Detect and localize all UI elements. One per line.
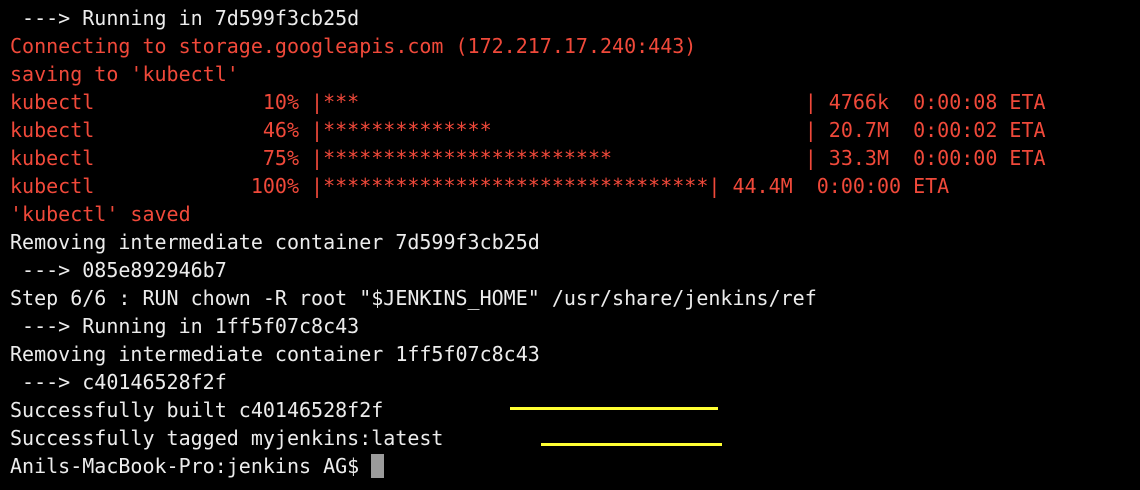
text-cursor (371, 454, 385, 478)
progress-line-46: kubectl 46% |************** | 20.7M 0:00… (10, 118, 1046, 142)
log-line-running-1: ---> Running in 7d599f3cb25d (10, 6, 360, 30)
progress-line-100: kubectl 100% |**************************… (10, 174, 950, 198)
log-line-tagged: Successfully tagged myjenkins:latest (10, 426, 444, 450)
highlight-underline-tagged (541, 443, 722, 446)
highlight-underline-built (510, 407, 718, 410)
log-line-running-2: ---> Running in 1ff5f07c8c43 (10, 314, 360, 338)
log-line-removing-2: Removing intermediate container 1ff5f07c… (10, 342, 540, 366)
log-line-layer-2: ---> c40146528f2f (10, 370, 227, 394)
log-line-removing-1: Removing intermediate container 7d599f3c… (10, 230, 540, 254)
log-line-connecting: Connecting to storage.googleapis.com (17… (10, 34, 697, 58)
prompt-line[interactable]: Anils-MacBook-Pro:jenkins AG$ (0, 452, 1140, 480)
log-line-step: Step 6/6 : RUN chown -R root "$JENKINS_H… (10, 286, 817, 310)
log-line-built: Successfully built c40146528f2f (10, 398, 384, 422)
progress-line-75: kubectl 75% |************************ | … (10, 146, 1046, 170)
progress-line-10: kubectl 10% |*** | 4766k 0:00:08 ETA (10, 90, 1046, 114)
log-line-saved: 'kubectl' saved (10, 202, 191, 226)
log-line-layer-1: ---> 085e892946b7 (10, 258, 227, 282)
log-line-saving: saving to 'kubectl' (10, 62, 239, 86)
shell-prompt: Anils-MacBook-Pro:jenkins AG$ (10, 454, 372, 478)
terminal-window[interactable]: ---> Running in 7d599f3cb25d Connecting … (0, 0, 1140, 490)
